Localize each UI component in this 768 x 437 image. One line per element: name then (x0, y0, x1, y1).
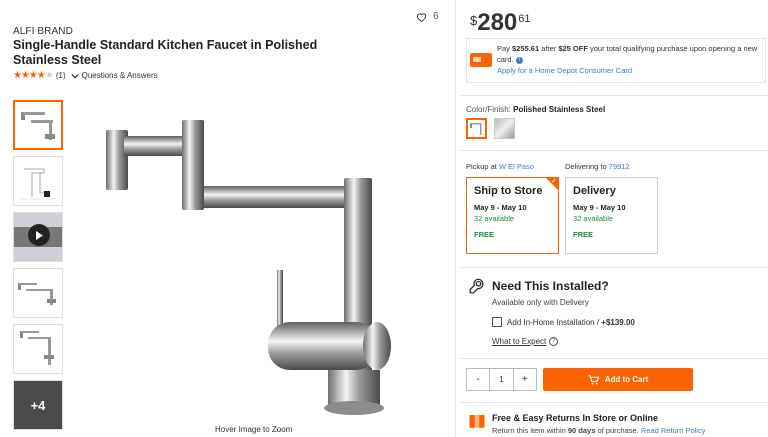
qa-label: Questions & Answers (81, 71, 158, 80)
install-checkbox[interactable] (492, 317, 502, 327)
delivery-title: Delivery (573, 185, 616, 197)
favorites-count: 6 (433, 11, 439, 22)
promo-discount: $25 OFF (558, 44, 588, 53)
returns-title: Free & Easy Returns In Store or Online (492, 413, 659, 423)
delivery-prefix: Delivering to (565, 162, 609, 171)
promo-pay-label: Pay (497, 44, 513, 53)
info-icon[interactable]: i (515, 56, 523, 64)
return-policy-link[interactable]: Read Return Policy (641, 426, 706, 435)
divider (460, 95, 768, 96)
faucet-thumb-image (18, 283, 56, 305)
buy-box: $ 280 61 Pay $255.61 after $25 OFF your … (460, 0, 768, 437)
product-media-panel: 6 ALFI BRAND Single-Handle Standard Kitc… (0, 0, 450, 437)
quantity-minus-button[interactable]: - (467, 369, 489, 390)
rating-stars: ★★★★★ (13, 70, 54, 81)
wrench-icon (469, 278, 484, 294)
ship-cost: FREE (474, 230, 495, 239)
install-subtitle: Available only with Delivery (492, 298, 589, 307)
quantity-stepper: - 1 + (466, 368, 537, 391)
divider (460, 150, 768, 151)
delivery-option[interactable]: Delivery May 9 - May 10 32 available FRE… (565, 177, 658, 254)
apply-card-link[interactable]: Apply for a Home Depot Consumer Card (497, 66, 632, 75)
faucet-thumb-image (21, 112, 55, 140)
ship-to-store-option[interactable]: ✓ Ship to Store May 9 - May 10 32 availa… (466, 177, 559, 254)
what-to-expect-label: What to Expect (492, 337, 547, 346)
swatch-alternate-finish[interactable] (494, 118, 515, 139)
returns-prefix: Return this item within (492, 426, 568, 435)
quantity-plus-button[interactable]: + (514, 369, 536, 390)
delivery-zip-link[interactable]: 79912 (609, 162, 630, 171)
column-divider (455, 0, 456, 437)
chevron-down-icon (70, 73, 79, 78)
delivery-availability: 32 available (573, 214, 614, 223)
faucet-thumb-image (20, 331, 54, 365)
rating-summary[interactable]: ★★★★★ (1) Questions & Answers (13, 70, 158, 81)
what-to-expect-link[interactable]: What to Expect ? (492, 337, 559, 346)
play-icon (28, 224, 50, 246)
promo-pay-amount: $255.61 (512, 44, 540, 53)
credit-card-icon (470, 53, 492, 67)
check-icon: ✓ (551, 178, 557, 185)
swatch-polished-stainless[interactable] (466, 118, 487, 139)
promo-after-label: after (539, 44, 559, 53)
install-option[interactable]: Add In-Home Installation / +$139.00 (492, 317, 635, 327)
product-main-image[interactable] (100, 100, 420, 420)
add-to-cart-button[interactable]: Add to Cart (543, 368, 693, 391)
product-title: Single-Handle Standard Kitchen Faucet in… (13, 38, 318, 67)
install-option-label: Add In-Home Installation / (507, 317, 602, 327)
ship-title: Ship to Store (474, 185, 543, 197)
quantity-input[interactable]: 1 (489, 369, 514, 390)
divider (460, 267, 768, 268)
ship-dates: May 9 - May 10 (474, 203, 527, 212)
delivery-cost: FREE (573, 230, 594, 239)
dimension-drawing-thumb (20, 168, 56, 200)
cart-icon (588, 374, 599, 385)
delivery-location: Delivering to 79912 (565, 162, 630, 171)
color-value: Polished Stainless Steel (513, 105, 606, 114)
more-images-label: +4 (14, 381, 62, 429)
question-icon: ? (549, 337, 559, 346)
color-label-text: Color/Finish: (466, 105, 511, 114)
price-cents: 61 (518, 13, 531, 25)
thumbnail-5[interactable] (13, 324, 63, 374)
install-title: Need This Installed? (492, 279, 609, 293)
thumbnail-4[interactable] (13, 268, 63, 318)
credit-card-promo: Pay $255.61 after $25 OFF your total qua… (466, 38, 766, 83)
thumbnail-2[interactable] (13, 156, 63, 206)
thumbnail-list: +4 (13, 100, 63, 436)
heart-icon (416, 12, 427, 22)
add-to-cart-label: Add to Cart (604, 375, 649, 384)
returns-text: Return this item within 90 days of purch… (492, 426, 705, 435)
questions-answers-link[interactable]: Questions & Answers (70, 71, 158, 80)
color-swatches (466, 118, 515, 139)
pickup-store-link[interactable]: W El Paso (499, 162, 534, 171)
pickup-prefix: Pickup at (466, 162, 499, 171)
ship-availability: 32 available (474, 214, 515, 223)
returns-days: 90 days (567, 426, 596, 435)
price-dollars: 280 (477, 9, 518, 36)
thumbnail-video[interactable] (13, 212, 63, 262)
promo-text: Pay $255.61 after $25 OFF your total qua… (497, 43, 762, 76)
returns-box-icon (469, 415, 485, 428)
divider (460, 402, 768, 403)
pickup-location: Pickup at W El Paso (466, 162, 534, 171)
thumbnail-1[interactable] (13, 100, 63, 150)
install-price: +$139.00 (601, 317, 635, 327)
brand-link[interactable]: ALFI BRAND (13, 26, 73, 37)
divider (460, 358, 768, 359)
price: $ 280 61 (470, 10, 531, 36)
rating-count: (1) (55, 71, 66, 80)
color-finish-label: Color/Finish: Polished Stainless Steel (466, 105, 605, 114)
favorite-button[interactable]: 6 (416, 11, 439, 22)
delivery-dates: May 9 - May 10 (573, 203, 626, 212)
returns-suffix: of purchase. (595, 426, 641, 435)
zoom-hint: Hover Image to Zoom (215, 425, 293, 434)
thumbnail-more[interactable]: +4 (13, 380, 63, 430)
price-currency: $ (470, 13, 478, 28)
